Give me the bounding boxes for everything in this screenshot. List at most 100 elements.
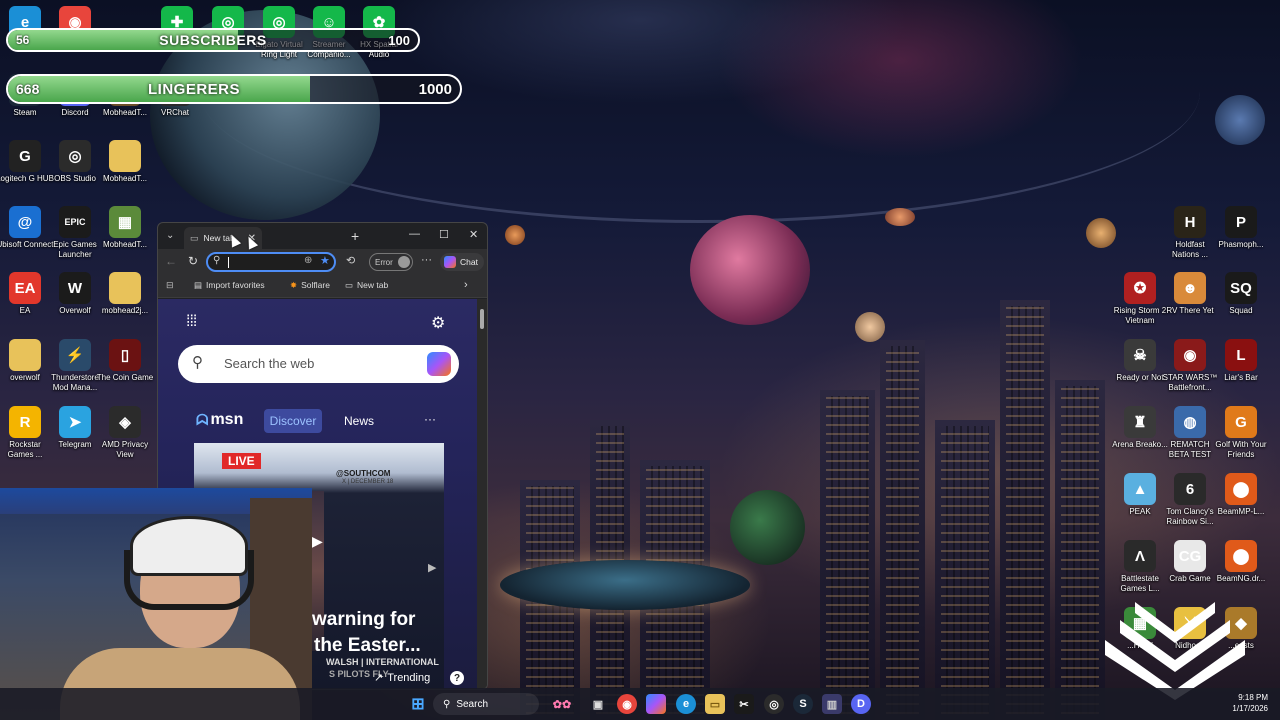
msn-logo[interactable]: ᗣ msn: [196, 411, 243, 429]
desktop-shortcut-label: Crab Game: [1169, 574, 1211, 583]
taskbar-chrome-icon[interactable]: ◉: [617, 694, 637, 714]
folder-icon-3: [9, 339, 41, 371]
profile-error-button[interactable]: Error: [369, 253, 413, 271]
overwolf-icon: W: [59, 272, 91, 304]
ubisoft-icon: @: [9, 206, 41, 238]
crab-game-icon: CG: [1174, 540, 1206, 572]
desktop-shortcut-rematch[interactable]: ◍ REMATCH BETA TEST: [1161, 406, 1219, 460]
video-play-icon[interactable]: ▶: [312, 533, 323, 550]
favorite-import-label: Import favorites: [206, 280, 265, 290]
news-ticker: WALSH | INTERNATIONAL: [326, 657, 439, 667]
desktop-shortcut-amd-privacy[interactable]: ◈ AMD Privacy View: [96, 406, 154, 460]
desktop-shortcut-label: Liar's Bar: [1224, 373, 1258, 382]
taskbar-edge-icon[interactable]: e: [676, 694, 696, 714]
desktop-shortcut-star-wars[interactable]: ◉ STAR WARS™ Battlefront...: [1161, 339, 1219, 393]
minimize-icon[interactable]: —: [409, 228, 420, 240]
desktop-shortcut-coin-game[interactable]: ▯ The Coin Game: [96, 339, 154, 383]
lingerers-title: LINGERERS: [147, 80, 240, 98]
carousel-next-icon[interactable]: ▶: [428, 561, 436, 574]
search-box-placeholder: Search the web: [224, 356, 315, 371]
desktop-shortcut-beamng[interactable]: ⬤ BeamNG.dr...: [1212, 540, 1270, 584]
desktop-shortcut-label: The Coin Game: [96, 373, 154, 382]
holdfast-icon: H: [1174, 206, 1206, 238]
search-icon: ⚲: [213, 255, 221, 266]
copilot-chat-button[interactable]: Chat: [440, 253, 484, 271]
scrollbar-thumb[interactable]: [480, 309, 484, 329]
tab-discover[interactable]: Discover: [264, 409, 322, 433]
peak-icon: ▲: [1124, 473, 1156, 505]
favorites-more-chevron-icon[interactable]: ›: [464, 279, 468, 291]
favorite-import[interactable]: ▤ Import favorites: [194, 280, 265, 291]
search-box[interactable]: ⚲ Search the web: [178, 345, 459, 383]
desktop-shortcut-crab-game[interactable]: CG Crab Game: [1161, 540, 1219, 584]
widgets-flowers-icon[interactable]: ✿✿: [548, 694, 576, 714]
desktop-shortcut-folder-2[interactable]: mobhead2j...: [96, 272, 154, 316]
taskbar-copilot-icon[interactable]: [646, 694, 666, 714]
desktop-shortcut-squad[interactable]: SQ Squad: [1212, 272, 1270, 316]
taskbar-obs-icon[interactable]: ◎: [764, 694, 784, 714]
ea-icon: EA: [9, 272, 41, 304]
desktop-shortcut-phasmophobia[interactable]: P Phasmoph...: [1212, 206, 1270, 250]
wallpaper-planet-small-3: [1086, 218, 1116, 248]
tab-page-icon: ▭: [190, 232, 199, 243]
favorite-solflare-label: Solflare: [301, 280, 330, 290]
taskbar-capcut-icon[interactable]: ✂: [734, 694, 754, 714]
desktop-shortcut-rv-there-yet[interactable]: ☻ RV There Yet: [1161, 272, 1219, 316]
trending-button[interactable]: ↗ Trending: [374, 671, 430, 685]
rv-there-yet-icon: ☻: [1174, 272, 1206, 304]
taskbar-steam-icon[interactable]: S: [793, 694, 813, 714]
refresh-icon[interactable]: ↻: [188, 254, 198, 268]
address-input[interactable]: ⚲ ⊕ ★: [206, 252, 336, 272]
feed-more-icon[interactable]: ···: [424, 412, 436, 426]
more-menu-icon[interactable]: ···: [421, 254, 432, 266]
news-subsource: X | DECEMBER 18: [342, 479, 394, 485]
favorite-star-icon[interactable]: ★: [320, 254, 330, 267]
taskbar-app-icon[interactable]: ▥: [822, 694, 842, 714]
apps-grid-icon[interactable]: ⁞⁞⁞: [186, 313, 197, 331]
rising-storm-icon: ✪: [1124, 272, 1156, 304]
desktop-shortcut-golf-friends[interactable]: G Golf With Your Friends: [1212, 406, 1270, 460]
taskbar-explorer-icon[interactable]: ▭: [705, 694, 725, 714]
settings-gear-icon[interactable]: ⚙: [431, 313, 445, 333]
close-window-icon[interactable]: ✕: [469, 228, 478, 241]
rainbow-six-icon: 6: [1174, 473, 1206, 505]
star-wars-icon: ◉: [1174, 339, 1206, 371]
desktop-shortcut-holdfast[interactable]: H Holdfast Nations ...: [1161, 206, 1219, 260]
beamng-icon: ⬤: [1225, 540, 1257, 572]
webcam-feed: [0, 488, 312, 720]
subscribers-goal: 100: [388, 32, 410, 48]
back-arrow-icon[interactable]: ←: [165, 254, 177, 268]
favorite-solflare[interactable]: ✸ Solflare: [290, 280, 330, 291]
desktop-shortcut-label: AMD Privacy View: [101, 440, 149, 459]
page-scrollbar[interactable]: [477, 299, 487, 689]
maximize-icon[interactable]: ☐: [439, 228, 449, 241]
desktop-shortcut-rainbow-six[interactable]: 6 Tom Clancy's Rainbow Si...: [1161, 473, 1219, 527]
task-view-icon[interactable]: ▣: [588, 694, 608, 714]
taskbar-clock[interactable]: 9:18 PM 1/17/2026: [1222, 692, 1268, 714]
desktop-shortcut-minecraft[interactable]: ▦ MobheadT...: [96, 206, 154, 250]
desktop-shortcut-label: Squad: [1229, 306, 1253, 315]
thunderstore-icon: ⚡: [59, 339, 91, 371]
telegram-icon: ➤: [59, 406, 91, 438]
desktop-shortcut-liars-bar[interactable]: L Liar's Bar: [1212, 339, 1270, 383]
subscribers-current: 56: [16, 33, 30, 47]
help-icon[interactable]: ?: [450, 671, 464, 685]
tab-strip: ⌄ ▭ New tab ✕ + — ☐ ✕: [158, 223, 487, 249]
favorite-new-tab[interactable]: ▭ New tab: [345, 280, 388, 291]
zoom-icon[interactable]: ⊕: [304, 255, 312, 266]
taskbar-discord-icon[interactable]: D: [851, 694, 871, 714]
extensions-icon[interactable]: ⟲: [346, 254, 355, 267]
desktop-shortcut-label: Golf With Your Friends: [1215, 440, 1267, 459]
solflare-icon: ✸: [290, 280, 298, 290]
desktop-shortcut-label: Tom Clancy's Rainbow Si...: [1166, 507, 1214, 526]
tab-actions-chevron-icon[interactable]: ⌄: [166, 230, 174, 241]
taskbar-search[interactable]: ⚲ Search: [433, 693, 539, 715]
start-button-windows-icon[interactable]: ⊞: [408, 694, 428, 714]
chat-label: Chat: [460, 257, 478, 267]
tab-news[interactable]: News: [344, 414, 374, 428]
desktop-shortcut-folder-1[interactable]: MobheadT...: [96, 140, 154, 184]
new-tab-plus-icon[interactable]: +: [351, 228, 359, 244]
avatar: [398, 256, 410, 268]
desktop-shortcut-beammp[interactable]: ⬤ BeamMP-L...: [1212, 473, 1270, 517]
copilot-search-icon[interactable]: [427, 352, 451, 376]
